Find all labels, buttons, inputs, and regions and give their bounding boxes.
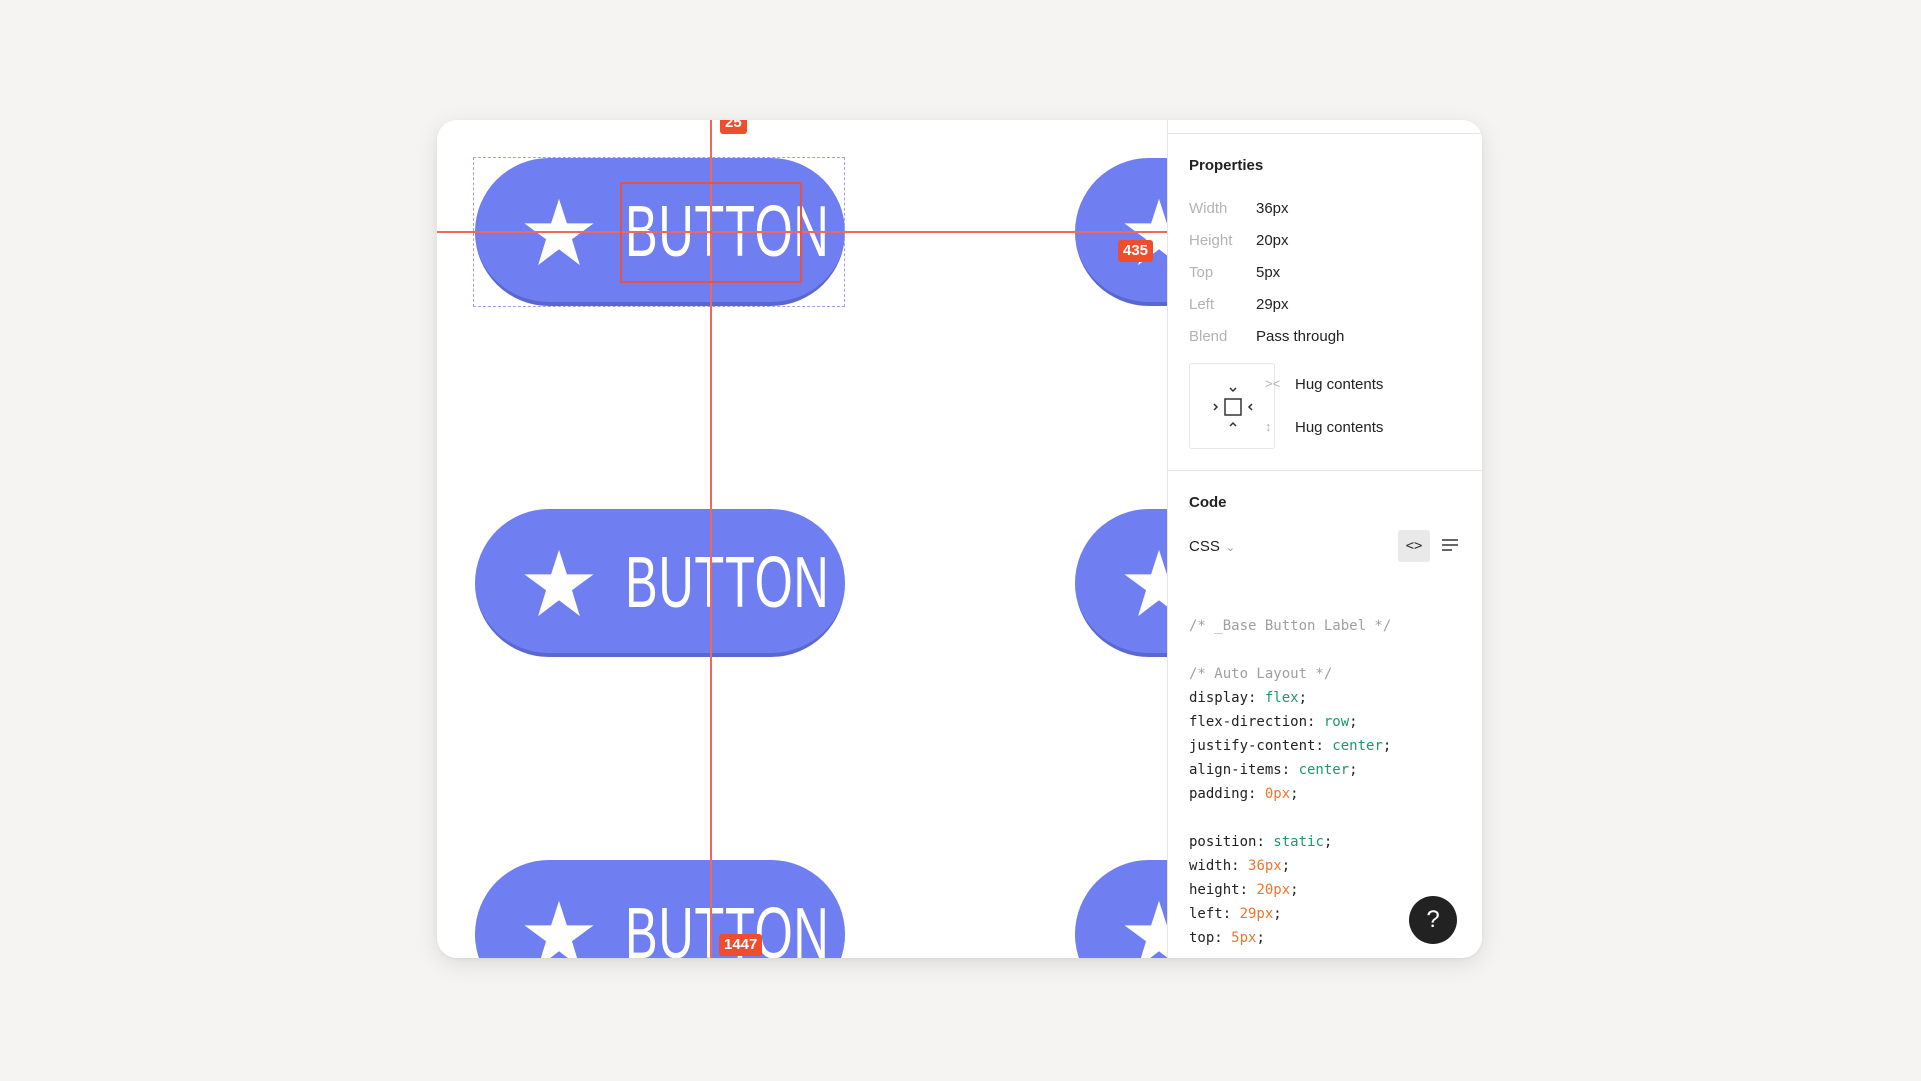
horizontal-resizing[interactable]: >< Hug contents <box>1265 376 1384 393</box>
property-key: Left <box>1189 296 1215 313</box>
design-canvas[interactable]: BUTTON BUTTON BUTTON 25 435 1447 <box>437 120 1167 958</box>
inspect-panel: Properties Width 36px Height 20px Top 5p… <box>1167 120 1482 958</box>
vertical-hug-icon: ↕ <box>1265 419 1272 434</box>
code-line: flex-direction: row; <box>1189 714 1358 730</box>
property-key: Top <box>1189 264 1214 281</box>
code-line: display: flex; <box>1189 690 1308 706</box>
code-view-button[interactable]: <> <box>1398 530 1430 562</box>
property-value[interactable]: 29px <box>1256 296 1289 313</box>
button-component[interactable] <box>1075 860 1167 958</box>
selected-layer-box[interactable] <box>620 182 802 283</box>
button-component[interactable] <box>1075 509 1167 657</box>
horizontal-guide <box>437 231 1167 233</box>
horizontal-hug-icon: >< <box>1265 376 1281 391</box>
language-value: CSS <box>1189 538 1220 555</box>
property-value[interactable]: 20px <box>1256 232 1289 249</box>
button-component[interactable]: BUTTON <box>475 860 845 958</box>
code-line: align-items: center; <box>1189 762 1358 778</box>
property-value[interactable]: 5px <box>1256 264 1280 281</box>
code-comment: /* _Base Button Label */ <box>1189 618 1392 634</box>
star-icon <box>524 900 594 958</box>
property-value[interactable]: 36px <box>1256 200 1289 217</box>
code-comment: /* Auto Layout */ <box>1189 666 1333 682</box>
panel-divider <box>1168 133 1482 134</box>
button-component[interactable]: BUTTON <box>475 509 845 657</box>
property-value[interactable]: Pass through <box>1256 328 1344 345</box>
property-key: Width <box>1189 200 1228 217</box>
button-label: BUTTON <box>625 894 830 958</box>
button-label: BUTTON <box>625 543 830 623</box>
property-key: Blend <box>1189 328 1228 345</box>
code-line: position: static; <box>1189 834 1333 850</box>
code-line: width: 36px; <box>1189 858 1291 874</box>
code-line: justify-content: center; <box>1189 738 1392 754</box>
star-icon <box>1124 549 1167 617</box>
measure-badge-top: 25 <box>720 120 747 134</box>
measure-badge-bottom: 1447 <box>719 934 763 956</box>
section-divider <box>1168 470 1482 471</box>
measure-badge-right: 435 <box>1118 240 1154 262</box>
code-title: Code <box>1189 494 1227 511</box>
language-select[interactable]: CSS ⌄ <box>1189 538 1235 555</box>
vertical-resizing[interactable]: ↕ Hug contents <box>1265 419 1384 436</box>
help-button[interactable]: ? <box>1409 896 1457 944</box>
star-icon <box>1124 900 1167 958</box>
resizing-diagram <box>1189 363 1275 449</box>
properties-title: Properties <box>1189 157 1264 174</box>
list-view-icon[interactable] <box>1439 530 1461 562</box>
horizontal-resizing-label: Hug contents <box>1295 376 1384 393</box>
code-line: padding: 0px; <box>1189 786 1299 802</box>
app-window: BUTTON BUTTON BUTTON 25 435 1447 Propert… <box>437 120 1482 958</box>
hug-contents-icon <box>1213 387 1253 427</box>
property-key: Height <box>1189 232 1233 249</box>
vertical-resizing-label: Hug contents <box>1295 419 1384 436</box>
star-icon <box>524 549 594 617</box>
chevron-down-icon: ⌄ <box>1225 542 1236 554</box>
